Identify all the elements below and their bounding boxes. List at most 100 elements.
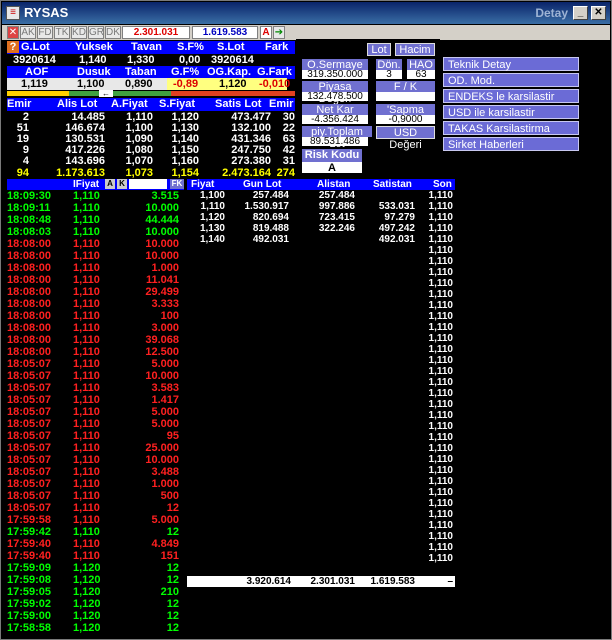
trade-row: 18:05:07 1,110 5.000 xyxy=(7,406,179,418)
a-filter-button[interactable]: A xyxy=(105,179,115,189)
trade-row: 17:59:00 1,120 12 xyxy=(7,610,179,622)
trade-filter-input[interactable] xyxy=(129,179,167,189)
depth-row: 1,110 xyxy=(428,366,453,377)
trade-row: 18:05:07 1,110 5.000 xyxy=(7,358,179,370)
toolbar-a-button[interactable]: A xyxy=(260,26,272,39)
don-value: 3 xyxy=(376,70,402,80)
trade-row: 18:09:11 1,110 10.000 xyxy=(7,202,179,214)
depth-row: 1,110 xyxy=(428,245,453,256)
trade-row: 18:05:07 1,110 5.000 xyxy=(7,418,179,430)
tb-dk[interactable]: DK xyxy=(105,26,121,39)
depth-row: 1,110 xyxy=(428,520,453,531)
toolbar-value-blue: 1.619.583 xyxy=(192,26,258,39)
trade-row: 18:08:00 1,110 12.500 xyxy=(7,346,179,358)
trade-row: 17:59:09 1,120 12 xyxy=(7,562,179,574)
depth-row: 1,110 xyxy=(428,553,453,564)
book-row[interactable]: 4 143.696 1,070 1,160 273.380 31 xyxy=(7,155,295,167)
book-row[interactable]: 9 417.226 1,080 1,150 247.750 42 xyxy=(7,144,295,156)
window-title: RYSAS xyxy=(24,5,69,20)
trade-row: 18:08:00 1,110 10.000 xyxy=(7,238,179,250)
book-total-row: 94 1.173.613 1,073 1,154 2.473.164 274 xyxy=(16,167,295,179)
summary1-values: 3920614 1,140 1,330 0,00 3920614 xyxy=(13,54,254,66)
depth-row: 1,110 xyxy=(428,432,453,443)
depth-row: 1,100 257.484 257.484 1,110 xyxy=(199,190,453,201)
depth-row: 1,110 xyxy=(428,278,453,289)
k-filter-button[interactable]: K xyxy=(117,179,127,189)
trade-row: 17:59:42 1,110 12 xyxy=(7,526,179,538)
depth-row: 1,140 492.031 492.031 1,110 xyxy=(199,234,453,245)
trade-row: 17:59:08 1,120 12 xyxy=(7,574,179,586)
trade-row: 18:05:07 1,110 1.000 xyxy=(7,478,179,490)
tb-ak[interactable]: AK xyxy=(20,26,36,39)
piyasa-degeri-value: 132.478.500 xyxy=(302,92,368,102)
trade-row: 18:05:07 1,110 12 xyxy=(7,502,179,514)
fk-button[interactable]: FK xyxy=(170,179,184,189)
close-small-icon[interactable]: ✕ xyxy=(7,26,19,39)
depth-row: 1,110 xyxy=(428,476,453,487)
tb-kd[interactable]: KD xyxy=(71,26,87,39)
trade-row: 18:05:07 1,110 1.417 xyxy=(7,394,179,406)
title-bar[interactable]: ≡ RYSAS Detay _ ✕ xyxy=(2,2,610,24)
depth-row: 1,110 xyxy=(428,333,453,344)
menu-item-5[interactable]: Sirket Haberleri xyxy=(443,137,579,151)
depth-row: 1,110 xyxy=(428,377,453,388)
trade-row: 18:08:00 1,110 29.499 xyxy=(7,286,179,298)
risk-kodu-value: A xyxy=(302,162,362,174)
trade-row: 18:05:07 1,110 3.583 xyxy=(7,382,179,394)
tb-fd[interactable]: FD xyxy=(37,26,53,39)
main-window: ≡ RYSAS Detay _ ✕ ✕ AK FD TK KD GR DK 2.… xyxy=(0,0,612,640)
tb-tk[interactable]: TK xyxy=(54,26,70,39)
depth-row: 1,110 xyxy=(428,355,453,366)
depth-row: 1,110 xyxy=(428,399,453,410)
menu-item-1[interactable]: OD. Mod. xyxy=(443,73,579,87)
depth-header: Fiyat Gun Lot Alistan Satistan Son xyxy=(187,179,455,190)
depth-row: 1,110 xyxy=(428,465,453,476)
trade-row: 18:09:30 1,110 3.515 xyxy=(7,190,179,202)
depth-row: 1,110 xyxy=(428,421,453,432)
menu-item-3[interactable]: USD ile karsilastir xyxy=(443,105,579,119)
book-row[interactable]: 19 130.531 1,090 1,140 431.346 63 xyxy=(7,133,295,145)
arrow-left-icon: ← xyxy=(99,90,113,98)
summary1-header: ? G.Lot Yuksek Tavan S.F% S.Lot Fark xyxy=(7,41,295,54)
trade-row: 18:05:07 1,110 10.000 xyxy=(7,370,179,382)
usd-degeri-button[interactable]: USD Değeri xyxy=(376,126,435,151)
depth-row: 1,110 xyxy=(428,344,453,355)
minimize-button[interactable]: _ xyxy=(573,6,588,20)
menu-item-2[interactable]: ENDEKS le karsilastir xyxy=(443,89,579,103)
toolbar-value-red: 2.301.031 xyxy=(122,26,190,39)
book-row[interactable]: 2 14.485 1,110 1,120 473.477 30 xyxy=(7,111,295,123)
book-row[interactable]: 51 146.674 1,100 1,130 132.100 22 xyxy=(7,122,295,134)
risk-kodu-label: Risk Kodu xyxy=(302,149,362,162)
trade-row: 18:08:00 1,110 10.000 xyxy=(7,250,179,262)
depth-row: 1,110 xyxy=(428,443,453,454)
depth-row: 1,110 xyxy=(428,267,453,278)
depth-row: 1,110 xyxy=(428,311,453,322)
trade-row: 17:58:58 1,120 12 xyxy=(7,622,179,634)
trade-row: 18:08:00 1,110 3.000 xyxy=(7,322,179,334)
depth-row: 1,110 1.530.917 997.886 533.031 1,110 xyxy=(200,201,453,212)
depth-row: 1,110 xyxy=(428,487,453,498)
trade-row: 18:05:07 1,110 10.000 xyxy=(7,454,179,466)
depth-row: 1,120 820.694 723.415 97.279 1,110 xyxy=(199,212,453,223)
toolbar: ✕ AK FD TK KD GR DK 2.301.031 1.619.583 … xyxy=(2,25,610,40)
net-kar-value: -4.356.424 xyxy=(302,115,368,125)
piy-toplam-lot-value: 89.531.486 xyxy=(302,137,368,147)
depth-row: 1,110 xyxy=(428,542,453,553)
lot-button[interactable]: Lot xyxy=(367,43,391,56)
tb-gr[interactable]: GR xyxy=(88,26,104,39)
help-icon[interactable]: ? xyxy=(7,41,19,53)
detail-panel: Lot Hacim O.Sermaye 319.350.000 Dön. 3 H… xyxy=(296,39,440,175)
arrow-right-icon[interactable]: ➔ xyxy=(273,26,285,39)
hacim-button[interactable]: Hacim xyxy=(395,43,435,56)
close-button[interactable]: ✕ xyxy=(591,6,606,20)
app-icon: ≡ xyxy=(6,6,20,20)
menu-item-0[interactable]: Teknik Detay xyxy=(443,57,579,71)
depth-row: 1,110 xyxy=(428,388,453,399)
depth-row: 1,110 xyxy=(428,300,453,311)
depth-row: 1,110 xyxy=(428,531,453,542)
trade-row: 17:59:05 1,120 210 xyxy=(7,586,179,598)
trade-row: 18:05:07 1,110 25.000 xyxy=(7,442,179,454)
menu-item-4[interactable]: TAKAS Karsilastirma xyxy=(443,121,579,135)
fk-label: F / K xyxy=(376,81,435,93)
fk-value xyxy=(376,92,435,101)
